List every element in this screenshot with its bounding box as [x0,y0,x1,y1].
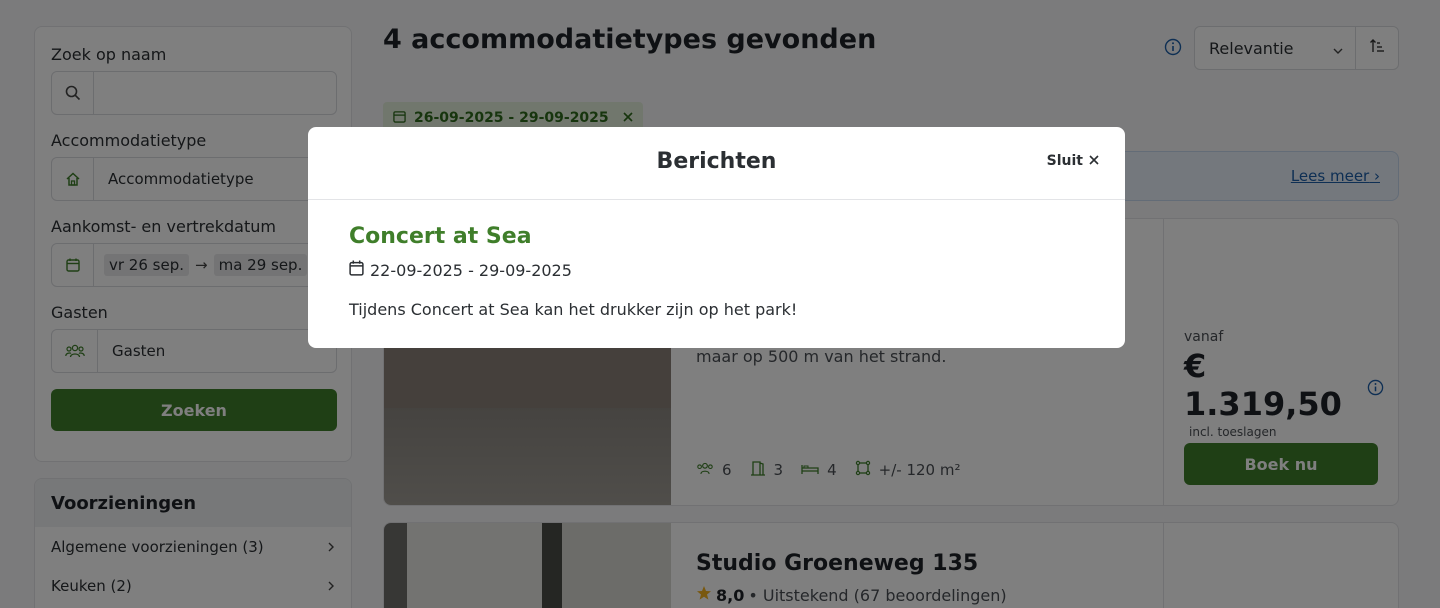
close-button[interactable]: Sluit [1047,153,1099,169]
messages-modal: Berichten Sluit Concert at Sea 22-09-202… [308,127,1125,348]
message-title: Concert at Sea [349,224,532,249]
calendar-icon [349,260,364,280]
close-icon [1089,153,1099,169]
modal-header: Berichten Sluit [308,127,1125,200]
close-label: Sluit [1046,153,1083,169]
message-body: Tijdens Concert at Sea kan het drukker z… [349,300,798,319]
message-dates: 22-09-2025 - 29-09-2025 [349,260,572,280]
message-dates-text: 22-09-2025 - 29-09-2025 [370,260,572,280]
modal-title: Berichten [656,149,777,174]
